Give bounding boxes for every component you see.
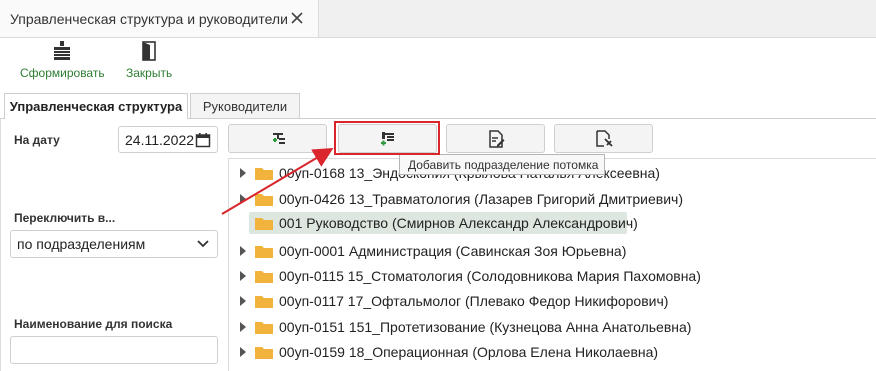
annotation-arrow [221,147,334,215]
